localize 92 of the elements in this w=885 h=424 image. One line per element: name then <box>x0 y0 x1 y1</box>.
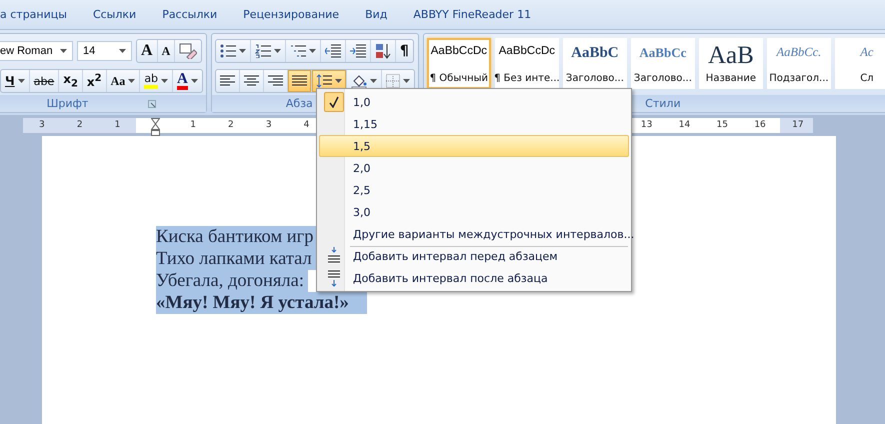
check-icon <box>324 92 344 112</box>
style-preview: AaBbCc. <box>776 45 822 60</box>
style-name: Заголово... <box>634 73 692 84</box>
ribbon-tab[interactable]: а страницы <box>0 8 80 21</box>
menu-item[interactable]: Добавить интервал перед абзацем <box>319 245 629 267</box>
color-button[interactable]: A <box>173 70 202 92</box>
ruler-number: 2 <box>227 119 235 132</box>
multilevel-list-icon <box>290 44 306 58</box>
pilcrow-button[interactable]: ¶ <box>396 40 413 62</box>
style-tile[interactable]: AaBbCc Заголово... <box>630 38 695 89</box>
style-preview: AaBbCcDc <box>498 45 556 57</box>
sort-icon <box>374 43 391 59</box>
menu-item[interactable]: 1,5 <box>319 135 629 157</box>
caret-icon <box>18 79 25 83</box>
justify-button[interactable] <box>288 70 312 92</box>
ruler-number: 15 <box>716 119 729 132</box>
sup-button[interactable]: x$^{2}$ <box>82 70 107 92</box>
highlight-button[interactable]: ab <box>140 70 174 92</box>
ribbon-tab[interactable]: Вид <box>352 8 400 21</box>
style-name: Название <box>706 73 756 84</box>
ruler-number: 2 <box>76 119 84 132</box>
ruler-number: 3 <box>38 119 46 132</box>
shrink-font-button[interactable]: A <box>158 40 176 62</box>
style-preview: AaB <box>708 45 754 67</box>
caret-icon <box>238 49 246 53</box>
ruler-number: 1 <box>189 119 197 132</box>
grow-font-button[interactable]: A <box>137 40 158 62</box>
style-preview: AaBbC <box>571 45 619 62</box>
menu-item[interactable]: Добавить интервал после абзаца <box>319 267 629 289</box>
ruler-number: 17 <box>791 119 805 132</box>
decrease-indent-icon <box>324 44 341 58</box>
style-tile[interactable]: Ac Сл <box>834 38 885 89</box>
style-preview: Ac <box>860 45 874 60</box>
style-name: Сл <box>860 73 874 84</box>
font-name-field[interactable]: ew Roman <box>0 41 73 61</box>
case-button[interactable]: Aa <box>106 70 140 92</box>
caret-icon <box>128 79 136 83</box>
style-tile[interactable]: AaBbCcDc ¶ Без инте... <box>494 38 559 89</box>
strike-button[interactable]: abe <box>30 70 60 92</box>
bullet-list-icon <box>220 44 236 58</box>
menu-item[interactable]: 2,5 <box>319 179 629 201</box>
ruler-number: 14 <box>678 119 692 132</box>
ruler-number: 13 <box>640 119 654 132</box>
underline-button[interactable]: Ч <box>1 70 30 92</box>
style-name: ¶ Обычный <box>430 73 488 84</box>
style-name: ¶ Без инте... <box>494 73 560 84</box>
justify-icon <box>292 75 307 87</box>
caret-icon <box>370 79 377 83</box>
style-name: Заголово... <box>566 73 624 84</box>
caret-icon <box>119 49 126 53</box>
align-center-icon <box>244 75 259 87</box>
style-preview: AaBbCc <box>639 45 686 61</box>
ribbon-tab[interactable]: Рецензирование <box>230 8 352 21</box>
menu-item[interactable]: 1,15 <box>319 113 629 135</box>
ruler-number: 3 <box>264 119 273 132</box>
ruler-number: 4 <box>302 119 310 132</box>
group-label: Стили <box>645 97 681 110</box>
caret-icon <box>334 79 342 83</box>
line-spacing-icon <box>316 74 332 88</box>
ribbon-tab[interactable]: Рассылки <box>149 8 230 21</box>
caret-icon <box>274 49 281 53</box>
align-right-icon <box>268 75 283 87</box>
sub-button[interactable]: x$_{2}$ <box>59 70 83 92</box>
caret-icon <box>402 79 410 83</box>
group-label: Абза <box>286 97 313 110</box>
indent-marker-icon[interactable] <box>150 118 160 136</box>
style-tile[interactable]: AaBbC Заголово... <box>562 38 627 89</box>
ruler-number: 16 <box>753 119 767 132</box>
align-left-icon <box>220 75 235 87</box>
style-tile[interactable]: AaBbCc. Подзагол... <box>766 38 831 89</box>
ribbon-tab[interactable]: ABBYY FineReader 11 <box>400 8 544 21</box>
numbered-list-icon <box>254 44 271 58</box>
style-preview: AaBbCcDc <box>430 45 488 57</box>
space-after-icon <box>327 269 341 287</box>
menu-item[interactable]: 1,0 <box>319 91 629 113</box>
font-size-field[interactable]: 14 <box>77 41 132 61</box>
menu-item[interactable]: 3,0 <box>319 201 629 223</box>
space-before-icon <box>327 247 341 265</box>
ruler-number: 1 <box>114 119 122 132</box>
caret-icon <box>161 79 168 83</box>
style-tile[interactable]: AaBbCcDc ¶ Обычный <box>426 38 491 89</box>
eraser-icon <box>179 43 198 59</box>
style-tile[interactable]: AaB Название <box>698 38 763 89</box>
ribbon-tab[interactable]: Ссылки <box>80 8 150 21</box>
dialog-launcher-icon[interactable] <box>148 100 156 108</box>
caret-icon <box>308 49 316 53</box>
caret-icon <box>190 79 198 83</box>
increase-indent-icon <box>350 44 366 58</box>
caret-icon <box>60 49 67 53</box>
group-label: Шрифт <box>46 97 88 110</box>
style-name: Подзагол... <box>769 73 829 84</box>
menu-item[interactable]: 2,0 <box>319 157 629 179</box>
